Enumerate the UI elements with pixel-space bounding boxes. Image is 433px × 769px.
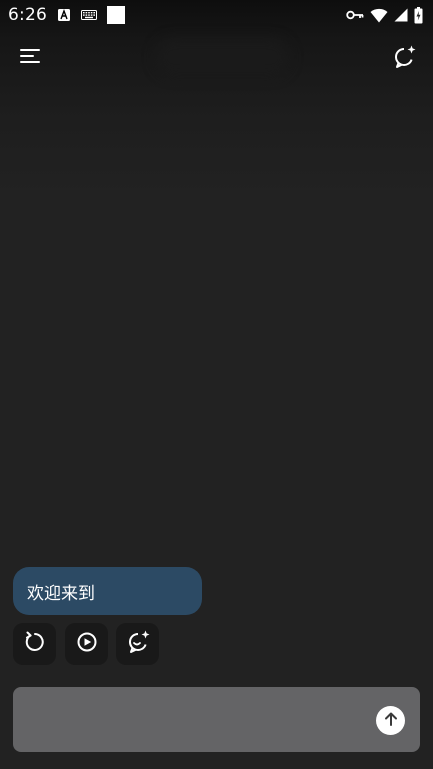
menu-icon xyxy=(20,47,40,69)
app-title-placeholder xyxy=(155,38,290,76)
status-left-group: 6:26 xyxy=(8,5,125,25)
status-time: 6:26 xyxy=(8,5,47,25)
new-chat-button[interactable] xyxy=(388,44,420,74)
status-bar: 6:26 xyxy=(0,0,433,30)
menu-button[interactable] xyxy=(16,44,44,72)
cell-signal-icon xyxy=(394,8,408,22)
arrow-up-icon xyxy=(383,711,399,731)
font-a-icon xyxy=(57,8,71,22)
assistant-message-text: 欢迎来到 xyxy=(27,583,95,604)
keyboard-icon xyxy=(80,9,97,21)
vpn-key-icon xyxy=(346,9,364,21)
status-right-group xyxy=(346,6,423,24)
regenerate-button[interactable] xyxy=(13,623,56,665)
chat-sparkle-icon xyxy=(125,629,151,659)
app-screen: 6:26 欢迎来到 xyxy=(0,0,433,769)
refresh-icon xyxy=(23,630,47,658)
send-button[interactable] xyxy=(376,706,405,735)
new-chat-sparkle-icon xyxy=(391,44,417,74)
read-aloud-button[interactable] xyxy=(65,623,108,665)
message-input[interactable] xyxy=(27,695,371,747)
white-square-icon xyxy=(106,6,125,24)
play-circle-icon xyxy=(76,631,98,657)
wifi-icon xyxy=(370,8,388,23)
assistant-message-bubble: 欢迎来到 xyxy=(13,567,202,615)
ai-chat-button[interactable] xyxy=(116,623,159,665)
message-input-container xyxy=(13,687,420,752)
battery-icon xyxy=(414,6,423,24)
